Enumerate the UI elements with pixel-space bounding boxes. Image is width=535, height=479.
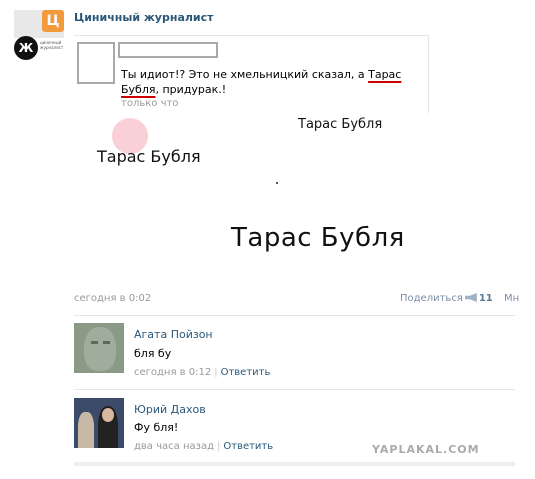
reply-button[interactable]: Ответить [223, 441, 273, 452]
divider [74, 315, 515, 316]
repost-text: Ты идиот!? Это не хмельницкий сказал, а … [121, 67, 421, 97]
megaphone-icon [464, 293, 477, 302]
comment-text: бля бу [134, 347, 172, 360]
repost-avatar-placeholder [77, 42, 115, 84]
overlay-word-small: Тарас Бубля [298, 117, 383, 132]
overlay-word-large: Тарас Бубля [231, 223, 405, 253]
post-time-link[interactable]: сегодня в 0:02 [74, 293, 151, 304]
repost-time: только что [121, 98, 179, 109]
comment-meta: сегодня в 0:12 | Ответить [134, 367, 270, 378]
comment-time[interactable]: два часа назад [134, 441, 214, 452]
share-label: Поделиться [400, 293, 463, 304]
reply-button[interactable]: Ответить [221, 367, 271, 378]
comment-text: Фу бля! [134, 421, 179, 434]
divider [74, 389, 515, 390]
person-shape [78, 412, 94, 448]
eye-shape [91, 341, 98, 344]
comment-input-bar[interactable] [74, 462, 515, 466]
group-avatar[interactable]: Ц Ж циничный журналист [14, 10, 64, 60]
face-shape [102, 408, 114, 422]
repost-text-after: , придурак.! [155, 83, 227, 96]
watermark: YAPLAKAL.COM [372, 443, 480, 456]
share-button[interactable]: Поделиться 11 [400, 293, 493, 304]
group-logo-circle-icon: Ж [14, 36, 38, 60]
comment-avatar[interactable] [74, 398, 124, 448]
separator: | [214, 367, 218, 378]
repost-author-placeholder [118, 42, 218, 58]
face-icon [84, 327, 116, 371]
group-logo-icon: Ц [42, 10, 64, 32]
repost-text-before: Ты идиот!? Это не хмельницкий сказал, а [121, 68, 369, 81]
comment-time[interactable]: сегодня в 0:12 [134, 367, 211, 378]
comment-avatar[interactable] [74, 323, 124, 373]
overlay-word-medium: Тарас Бубля [97, 147, 201, 166]
comment-author-link[interactable]: Агата Пойзон [134, 328, 213, 341]
comment-meta: два часа назад | Ответить [134, 441, 273, 452]
eye-shape [103, 341, 110, 344]
share-count: 11 [478, 293, 493, 304]
stray-dot [276, 182, 278, 184]
separator: | [216, 441, 221, 452]
comment-author-link[interactable]: Юрий Дахов [134, 403, 206, 416]
group-name-link[interactable]: Циничный журналист [74, 11, 214, 24]
group-logo-text: циничный журналист [40, 40, 64, 50]
more-link[interactable]: Мн [504, 293, 519, 304]
